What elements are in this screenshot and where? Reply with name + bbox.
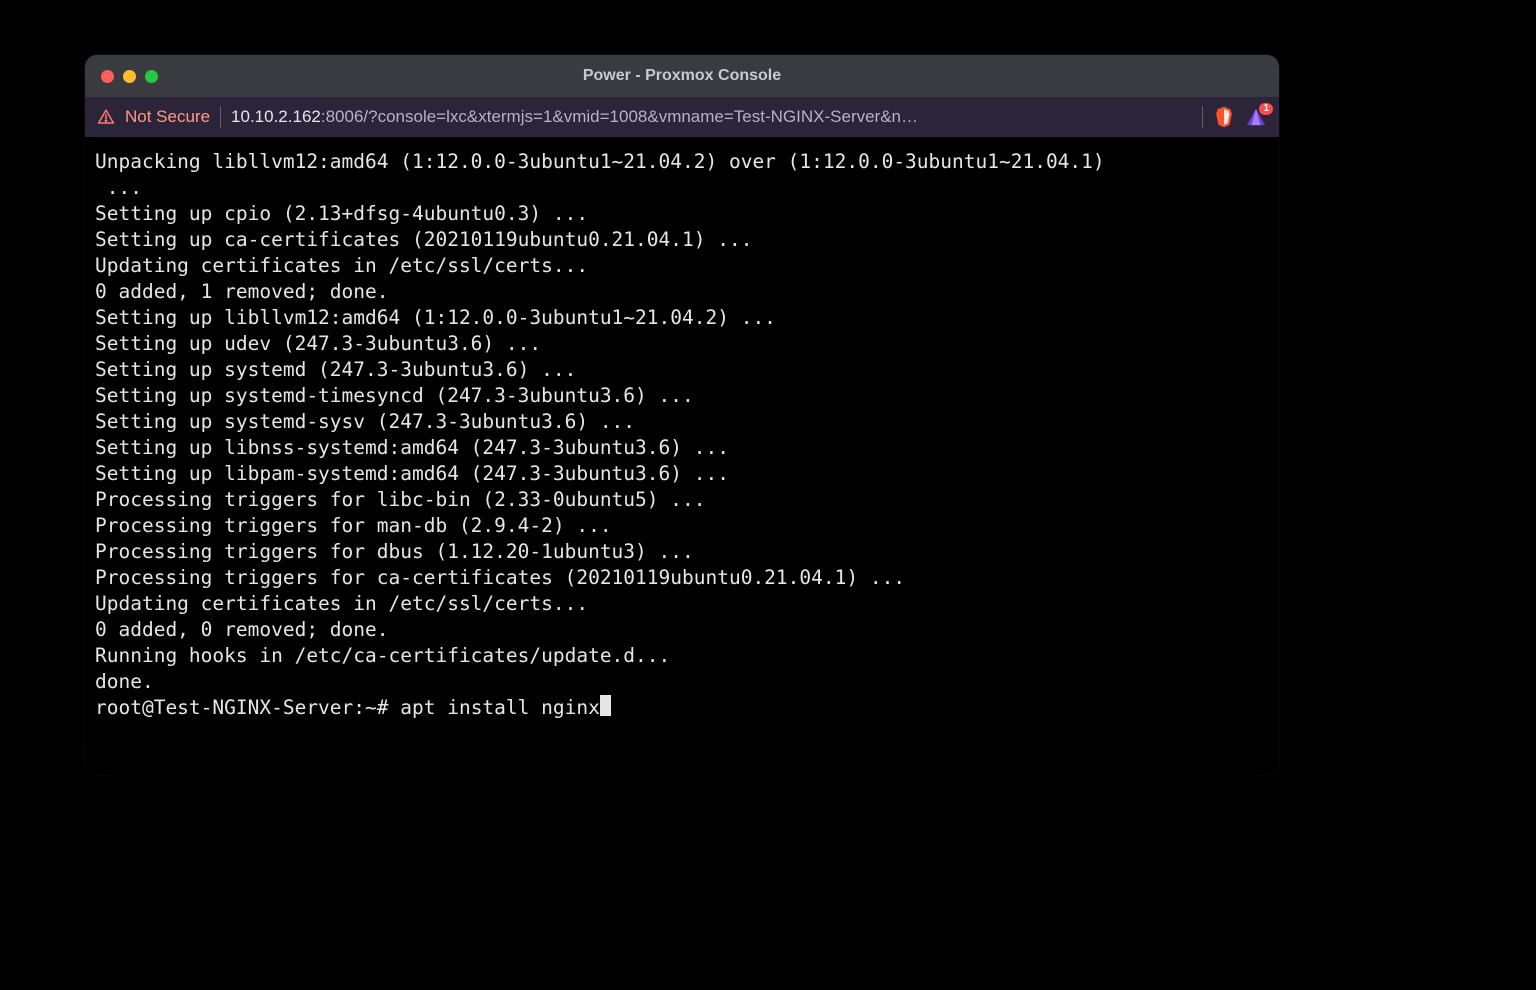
addrbar-divider bbox=[220, 106, 221, 128]
warning-icon bbox=[97, 108, 115, 126]
address-bar: Not Secure 10.10.2.162:8006/?console=lxc… bbox=[85, 97, 1279, 137]
terminal-cursor bbox=[600, 695, 611, 716]
terminal-prompt: root@Test-NGINX-Server:~# bbox=[95, 696, 400, 719]
wallet-badge: 1 bbox=[1259, 103, 1273, 115]
addrbar-divider-2 bbox=[1202, 106, 1203, 128]
close-window-button[interactable] bbox=[101, 70, 114, 83]
window-titlebar: Power - Proxmox Console bbox=[85, 55, 1279, 97]
url-host: 10.10.2.162 bbox=[231, 107, 321, 126]
terminal-area[interactable]: Unpacking libllvm12:amd64 (1:12.0.0-3ubu… bbox=[85, 137, 1279, 775]
minimize-window-button[interactable] bbox=[123, 70, 136, 83]
brave-shields-icon[interactable] bbox=[1213, 106, 1235, 128]
maximize-window-button[interactable] bbox=[145, 70, 158, 83]
traffic-lights bbox=[101, 70, 158, 83]
extension-icons: 1 bbox=[1213, 106, 1267, 128]
not-secure-label[interactable]: Not Secure bbox=[125, 107, 210, 127]
url-path: :8006/?console=lxc&xtermjs=1&vmid=1008&v… bbox=[321, 107, 918, 126]
browser-window: Power - Proxmox Console Not Secure 10.10… bbox=[85, 55, 1279, 775]
window-title: Power - Proxmox Console bbox=[85, 67, 1279, 85]
terminal-command: apt install nginx bbox=[400, 696, 600, 719]
brave-wallet-icon[interactable]: 1 bbox=[1245, 107, 1267, 127]
url-display[interactable]: 10.10.2.162:8006/?console=lxc&xtermjs=1&… bbox=[231, 107, 1192, 127]
terminal-output: Unpacking libllvm12:amd64 (1:12.0.0-3ubu… bbox=[95, 149, 1269, 721]
